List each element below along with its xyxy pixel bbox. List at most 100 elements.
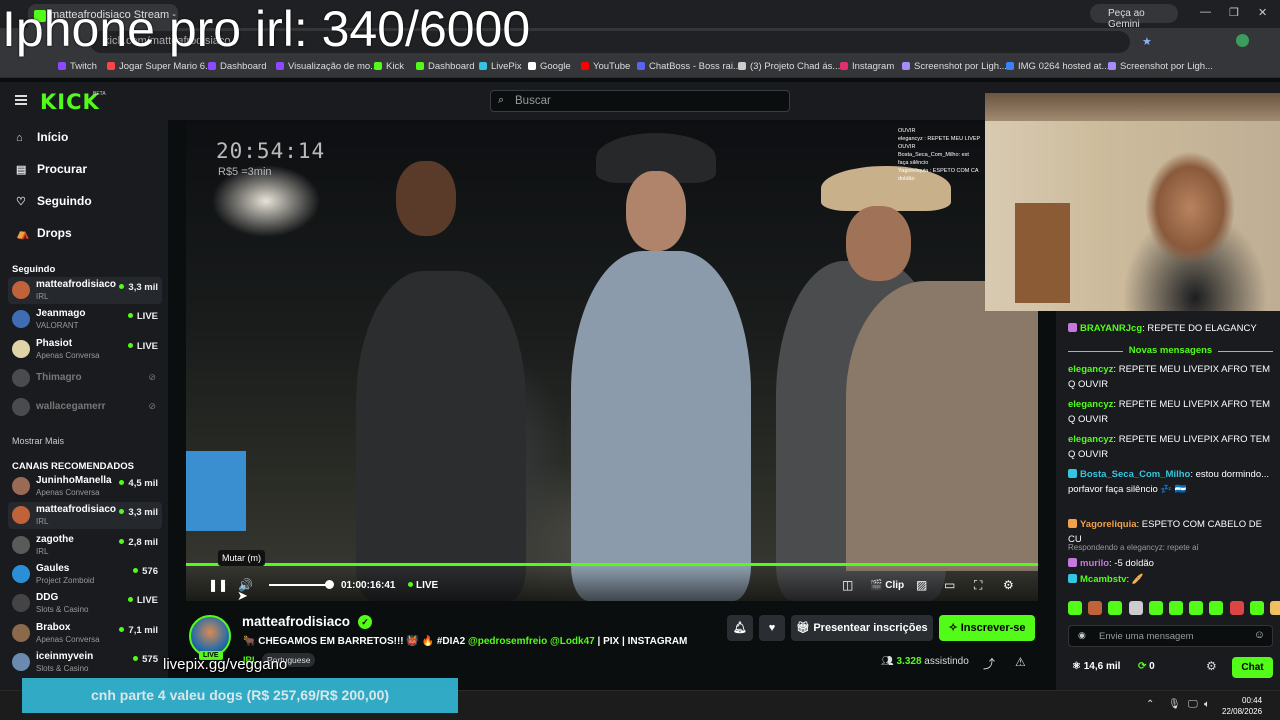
sidebar-channel-matteafrodisiaco[interactable]: matteafrodisiaco IRL 3,3 mil bbox=[8, 502, 162, 530]
mention-link[interactable]: @Lodk47 bbox=[550, 636, 595, 647]
notifications-button[interactable]: 🔔︎ bbox=[727, 615, 753, 641]
channel-points[interactable]: ⚛ 14,6 mil bbox=[1072, 661, 1120, 672]
emote-icon[interactable] bbox=[1068, 601, 1082, 615]
emote-icon[interactable] bbox=[1128, 601, 1143, 615]
chat-gear-icon[interactable]: ⚙ bbox=[1206, 659, 1217, 673]
bookmark-item[interactable]: Jogar Super Mario 6... bbox=[107, 61, 213, 72]
sidebar-channel-brabox[interactable]: Brabox Apenas Conversa 7,1 mil bbox=[8, 620, 162, 647]
bookmark-item[interactable]: LivePix bbox=[479, 61, 522, 72]
gift-subs-button[interactable]: 🎁︎ Presentear inscrições bbox=[791, 615, 933, 641]
gemini-button[interactable]: Peça ao Gemini bbox=[1090, 4, 1178, 30]
channel-name: matteafrodisiaco bbox=[36, 279, 117, 290]
fullscreen-icon[interactable]: ⛶ bbox=[974, 578, 982, 593]
video-progress-bar[interactable] bbox=[186, 563, 1038, 566]
bookmark-item[interactable]: Dashboard bbox=[416, 61, 474, 72]
sidebar-channel-juninhomanella[interactable]: JuninhoManella Apenas Conversa 4,5 mil bbox=[8, 473, 162, 500]
network-icon[interactable]: 🖵︎ bbox=[1188, 699, 1198, 710]
taskbar-clock[interactable]: 00:44 22/08/2026 bbox=[1222, 695, 1262, 717]
emote-icon[interactable] bbox=[1229, 601, 1244, 615]
follow-button[interactable]: ♥ bbox=[759, 615, 785, 641]
volume-slider[interactable] bbox=[269, 584, 329, 586]
sidebar-channel-wallacegamerr[interactable]: wallacegamerr ⊘ bbox=[8, 394, 162, 421]
nav-inicio[interactable]: ⌂ Início bbox=[16, 130, 68, 144]
subscribe-button[interactable]: ✧ Inscrever-se bbox=[939, 615, 1035, 641]
streamer-name[interactable]: matteafrodisiaco bbox=[242, 614, 350, 629]
profile-avatar[interactable] bbox=[1236, 34, 1249, 47]
bookmark-item[interactable]: Dashboard bbox=[208, 61, 266, 72]
bookmark-item[interactable]: ChatBoss - Boss rai... bbox=[637, 61, 741, 72]
emote-icon[interactable] bbox=[1270, 601, 1280, 615]
chat-input[interactable]: ◉ Envie uma mensagem ☺ bbox=[1068, 625, 1273, 647]
pause-icon[interactable]: ❚❚ bbox=[208, 578, 228, 592]
video-player[interactable]: 20:54:14 R$5 =3min OUVIR elegancyz : REPE… bbox=[186, 121, 1038, 601]
emote-icon[interactable] bbox=[1088, 601, 1103, 615]
clip-button[interactable]: 🎬 Clip bbox=[870, 580, 904, 591]
rewards-count[interactable]: ⟳ 0 bbox=[1138, 661, 1155, 672]
mention-link[interactable]: @pedrosemfreio bbox=[468, 636, 547, 647]
chat-username[interactable]: elegancyz bbox=[1068, 399, 1113, 410]
chat-text: REPETE DO ELAGANCY bbox=[1147, 323, 1257, 334]
screenshot-icon[interactable]: ▨ bbox=[916, 578, 927, 592]
bookmark-item[interactable]: Screenshot por Ligh... bbox=[1108, 61, 1213, 72]
emote-icon[interactable] bbox=[1108, 601, 1123, 615]
chat-username[interactable]: elegancyz bbox=[1068, 364, 1113, 375]
sidebar-channel-phasiot[interactable]: Phasiot Apenas Conversa LIVE bbox=[8, 336, 162, 363]
kick-logo[interactable]: KICK bbox=[40, 90, 100, 114]
channel-viewers: 4,5 mil bbox=[119, 478, 158, 489]
maximize-icon[interactable]: ❐ bbox=[1229, 6, 1239, 19]
emoji-icon[interactable]: ☺ bbox=[1254, 629, 1265, 641]
bookmark-item[interactable]: Twitch bbox=[58, 61, 97, 72]
sidebar-channel-ddg[interactable]: DDG Slots & Casino LIVE bbox=[8, 590, 162, 617]
bookmark-item[interactable]: Visualização de mo... bbox=[276, 61, 378, 72]
bookmark-item[interactable]: YouTube bbox=[581, 61, 630, 72]
bookmark-item[interactable]: Screenshot por Ligh... bbox=[902, 61, 1007, 72]
bookmark-item[interactable]: IMG 0264 hosted at... bbox=[1006, 61, 1109, 72]
sidebar-channel-jeanmago[interactable]: Jeanmago VALORANT LIVE bbox=[8, 306, 162, 333]
microphone-icon[interactable]: 🎙︎ bbox=[1168, 699, 1181, 710]
minimize-icon[interactable]: — bbox=[1200, 6, 1211, 18]
nav-seguindo[interactable]: ♡ Seguindo bbox=[16, 194, 92, 208]
emote-icon[interactable] bbox=[1189, 601, 1204, 615]
star-icon[interactable]: ★ bbox=[1142, 35, 1152, 48]
settings-icon[interactable]: ⚙ bbox=[1003, 578, 1014, 592]
sidebar-channel-gaules[interactable]: Gaules Project Zomboid 576 bbox=[8, 561, 162, 588]
channel-viewers: LIVE bbox=[128, 341, 158, 352]
sidebar-channel-iceinmyvein[interactable]: iceinmyvein Slots & Casino 575 bbox=[8, 649, 162, 676]
search-input[interactable]: ⌕ Buscar bbox=[490, 90, 790, 112]
close-icon[interactable]: ✕ bbox=[1258, 6, 1267, 19]
report-icon[interactable]: ⚠ bbox=[1015, 655, 1026, 669]
bookmark-item[interactable]: Kick bbox=[374, 61, 404, 72]
menu-icon[interactable] bbox=[15, 95, 27, 105]
nav-drops[interactable]: ⛺ Drops bbox=[16, 226, 72, 240]
emote-icon[interactable] bbox=[1209, 601, 1224, 615]
sidebar-channel-matteafrodisiaco[interactable]: matteafrodisiaco IRL 3,3 mil bbox=[8, 277, 162, 304]
sidebar-channel-zagothe[interactable]: zagothe IRL 2,8 mil bbox=[8, 532, 162, 559]
chat-username[interactable]: elegancyz bbox=[1068, 434, 1113, 445]
emote-icon[interactable] bbox=[1249, 601, 1264, 615]
chat-username[interactable]: Yagoreliquia bbox=[1080, 519, 1137, 530]
chat-send-button[interactable]: Chat bbox=[1232, 657, 1273, 678]
speaker-icon[interactable]: 🔈︎ bbox=[1204, 699, 1210, 710]
emote-icon[interactable] bbox=[1169, 601, 1183, 615]
sidebar-channel-thimagro[interactable]: Thimagro ⊘ bbox=[8, 365, 162, 392]
elapsed-time: 01:00:16:41 bbox=[341, 580, 396, 591]
chat-username[interactable]: BRAYANRJcg bbox=[1080, 323, 1142, 334]
bookmark-item[interactable]: Google bbox=[528, 61, 571, 72]
new-messages-divider[interactable]: Novas mensagens bbox=[1068, 345, 1273, 356]
miniplayer-icon[interactable]: ▭ bbox=[944, 578, 955, 592]
bookmark-item[interactable]: (3) Projeto Chad ás... bbox=[738, 61, 840, 72]
show-more-link[interactable]: Mostrar Mais bbox=[12, 436, 64, 446]
share-icon[interactable]: ⤴ bbox=[983, 655, 995, 672]
nav-procurar[interactable]: ▤ Procurar bbox=[16, 162, 87, 176]
tray-chevron-icon[interactable]: ⌃ bbox=[1146, 699, 1154, 710]
chat-username[interactable]: Bosta_Seca_Com_Milho bbox=[1080, 469, 1190, 480]
theatre-icon[interactable]: ◫ bbox=[842, 578, 853, 592]
reply-context: Respondendo a elegancyz: repete aí bbox=[1068, 543, 1199, 552]
chat-settings-icon[interactable]: ◉ bbox=[1078, 630, 1086, 641]
chat-username[interactable]: Mcambstv bbox=[1080, 574, 1126, 585]
volume-slider-knob[interactable] bbox=[325, 580, 334, 589]
bookmark-item[interactable]: Instagram bbox=[840, 61, 894, 72]
nav-label: Início bbox=[37, 130, 69, 144]
chat-username[interactable]: murilo bbox=[1080, 558, 1109, 569]
emote-icon[interactable] bbox=[1148, 601, 1163, 615]
